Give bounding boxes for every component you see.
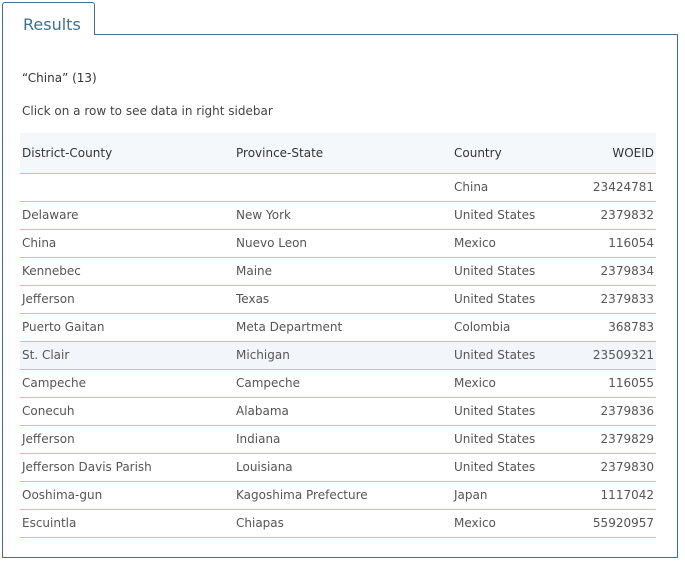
cell-country: United States	[452, 453, 572, 482]
cell-district-county: Jefferson Davis Parish	[20, 453, 234, 482]
cell-province-state: Kagoshima Prefecture	[234, 481, 452, 510]
cell-district-county: Jefferson	[20, 285, 234, 314]
cell-country: Mexico	[452, 229, 572, 258]
cell-country: China	[452, 173, 572, 202]
table-row[interactable]: Kennebec Maine United States 2379834	[20, 257, 656, 286]
cell-province-state: New York	[234, 201, 452, 230]
cell-country: United States	[452, 201, 572, 230]
cell-country: Japan	[452, 481, 572, 510]
column-header-woeid[interactable]: WOEID	[572, 133, 656, 174]
cell-province-state: Louisiana	[234, 453, 452, 482]
results-hint: Click on a row to see data in right side…	[22, 104, 273, 118]
table-row[interactable]: Delaware New York United States 2379832	[20, 201, 656, 230]
tab-connector	[3, 33, 94, 36]
table-row[interactable]: Conecuh Alabama United States 2379836	[20, 397, 656, 426]
cell-country: United States	[452, 425, 572, 454]
table-header-row: District-County Province-State Country W…	[20, 133, 656, 174]
cell-woeid: 1117042	[572, 481, 656, 510]
table-row[interactable]: Escuintla Chiapas Mexico 55920957	[20, 509, 656, 538]
cell-woeid: 23424781	[572, 173, 656, 202]
cell-woeid: 2379833	[572, 285, 656, 314]
cell-country: United States	[452, 397, 572, 426]
cell-woeid: 368783	[572, 313, 656, 342]
table-row[interactable]: Campeche Campeche Mexico 116055	[20, 369, 656, 398]
cell-country: Mexico	[452, 369, 572, 398]
table-row[interactable]: Jefferson Davis Parish Louisiana United St…	[20, 453, 656, 482]
cell-province-state	[234, 173, 452, 202]
cell-woeid: 2379829	[572, 425, 656, 454]
cell-province-state: Campeche	[234, 369, 452, 398]
cell-province-state: Meta Department	[234, 313, 452, 342]
cell-district-county: Ooshima-gun	[20, 481, 234, 510]
cell-district-county: Campeche	[20, 369, 234, 398]
cell-woeid: 2379836	[572, 397, 656, 426]
cell-country: United States	[452, 285, 572, 314]
cell-woeid: 55920957	[572, 509, 656, 538]
cell-woeid: 2379830	[572, 453, 656, 482]
cell-country: United States	[452, 257, 572, 286]
cell-district-county	[20, 173, 234, 202]
results-table: District-County Province-State Country W…	[20, 133, 656, 538]
cell-province-state: Chiapas	[234, 509, 452, 538]
cell-woeid: 116055	[572, 369, 656, 398]
tab-results-label: Results	[23, 15, 81, 34]
cell-district-county: Escuintla	[20, 509, 234, 538]
tab-results[interactable]: Results	[2, 2, 95, 35]
cell-district-county: Kennebec	[20, 257, 234, 286]
cell-district-county: Jefferson	[20, 425, 234, 454]
cell-woeid: 23509321	[572, 341, 656, 370]
cell-district-county: Delaware	[20, 201, 234, 230]
column-header-province-state[interactable]: Province-State	[234, 133, 452, 174]
table-row[interactable]: Jefferson Indiana United States 2379829	[20, 425, 656, 454]
cell-province-state: Indiana	[234, 425, 452, 454]
cell-country: Mexico	[452, 509, 572, 538]
table-row[interactable]: China 23424781	[20, 173, 656, 202]
cell-province-state: Michigan	[234, 341, 452, 370]
table-row[interactable]: Ooshima-gun Kagoshima Prefecture Japan 1117…	[20, 481, 656, 510]
cell-province-state: Texas	[234, 285, 452, 314]
cell-woeid: 2379832	[572, 201, 656, 230]
results-heading: “China” (13)	[22, 71, 97, 85]
cell-district-county: Puerto Gaitan	[20, 313, 234, 342]
column-header-country[interactable]: Country	[452, 133, 572, 174]
cell-country: Colombia	[452, 313, 572, 342]
cell-province-state: Nuevo Leon	[234, 229, 452, 258]
cell-province-state: Maine	[234, 257, 452, 286]
cell-province-state: Alabama	[234, 397, 452, 426]
column-header-district-county[interactable]: District-County	[20, 133, 234, 174]
cell-woeid: 2379834	[572, 257, 656, 286]
cell-woeid: 116054	[572, 229, 656, 258]
cell-country: United States	[452, 341, 572, 370]
table-row[interactable]: China Nuevo Leon Mexico 116054	[20, 229, 656, 258]
table-row[interactable]: Jefferson Texas United States 2379833	[20, 285, 656, 314]
cell-district-county: China	[20, 229, 234, 258]
cell-district-county: St. Clair	[20, 341, 234, 370]
table-row[interactable]: St. Clair Michigan United States 23509321	[20, 341, 656, 370]
cell-district-county: Conecuh	[20, 397, 234, 426]
table-row[interactable]: Puerto Gaitan Meta Department Colombia 3687…	[20, 313, 656, 342]
